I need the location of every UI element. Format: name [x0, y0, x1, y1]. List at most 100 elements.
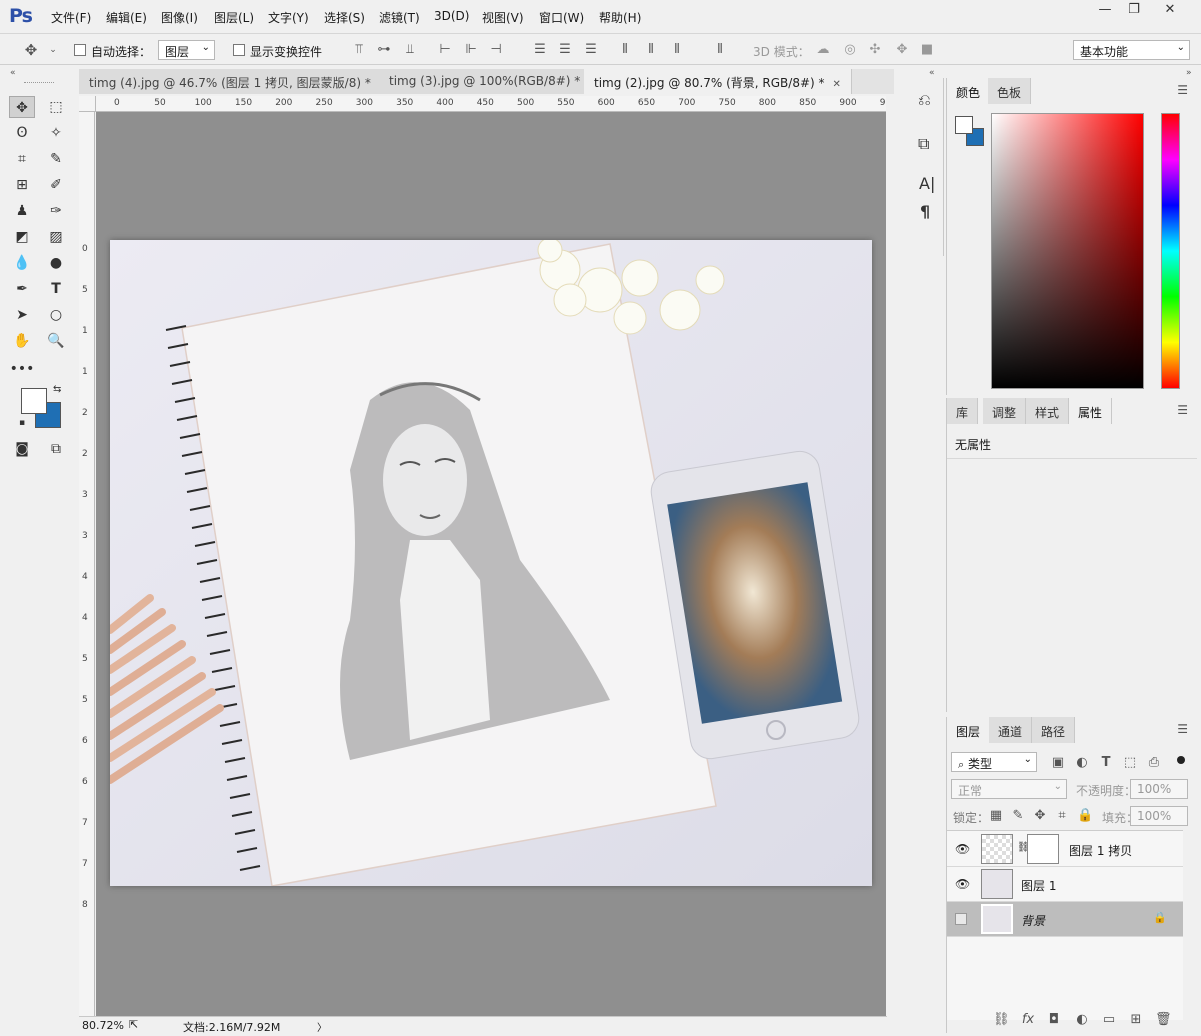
- ellipse-tool-icon[interactable]: ○: [43, 304, 69, 326]
- more-tools-icon[interactable]: •••: [9, 358, 35, 380]
- color-field[interactable]: [991, 113, 1144, 389]
- panel-menu-icon[interactable]: ☰: [1177, 83, 1188, 97]
- hand-tool-icon[interactable]: ✋: [9, 330, 35, 352]
- history-panel-icon[interactable]: ⎌: [918, 90, 931, 110]
- collapse-left-icon[interactable]: «: [10, 68, 16, 78]
- minimize-button[interactable]: —: [1095, 2, 1115, 20]
- distribute-top-icon[interactable]: ☰: [533, 43, 547, 57]
- tab-adjustments[interactable]: 调整: [983, 398, 1027, 424]
- distribute-hcenter-icon[interactable]: ⦀: [644, 43, 658, 57]
- layer-row-background[interactable]: 背景 🔒: [947, 902, 1183, 937]
- collapse-strip-icon[interactable]: «: [929, 68, 935, 78]
- layer-filter-dropdown[interactable]: ⌕ 类型 ⌄: [951, 752, 1037, 772]
- lock-all-icon[interactable]: 🔒: [1077, 809, 1093, 823]
- screen-mode-icon[interactable]: ⧉: [43, 438, 69, 460]
- panel-menu-icon[interactable]: ☰: [1177, 403, 1188, 417]
- path-select-tool-icon[interactable]: ➤: [9, 304, 35, 326]
- swap-colors-icon[interactable]: ⇆: [53, 384, 61, 395]
- align-hcenter-icon[interactable]: ⊩: [464, 43, 478, 57]
- menu-filter[interactable]: 滤镜(T): [379, 9, 420, 26]
- distribute-left-icon[interactable]: ⦀: [618, 43, 632, 57]
- eraser-tool-icon[interactable]: ◩: [9, 226, 35, 248]
- ruler-corner[interactable]: [79, 96, 96, 112]
- magic-wand-tool-icon[interactable]: ✧: [43, 122, 69, 144]
- menu-select[interactable]: 选择(S): [324, 9, 365, 26]
- layer-row-1[interactable]: 👁 图层 1: [947, 867, 1183, 902]
- quick-mask-icon[interactable]: ◙: [9, 438, 35, 460]
- scale-3d-icon[interactable]: ■: [920, 43, 934, 57]
- paragraph-panel-icon[interactable]: ¶: [920, 202, 930, 221]
- default-colors-icon[interactable]: ▪: [19, 418, 25, 428]
- opacity-field[interactable]: 100%: [1130, 779, 1188, 799]
- history-brush-tool-icon[interactable]: ✑: [43, 200, 69, 222]
- menu-image[interactable]: 图像(I): [161, 9, 198, 26]
- collapse-panels-icon[interactable]: »: [1186, 68, 1192, 78]
- filter-smart-object-icon[interactable]: ⎙: [1147, 756, 1161, 770]
- roll-3d-icon[interactable]: ◎: [843, 43, 857, 57]
- close-window-button[interactable]: ✕: [1160, 2, 1180, 20]
- toolbox-grip[interactable]: [24, 82, 54, 85]
- lock-artboard-icon[interactable]: ⌗: [1055, 809, 1069, 823]
- lock-position-icon[interactable]: ✥: [1033, 809, 1047, 823]
- auto-align-icon[interactable]: ⫴: [713, 43, 727, 57]
- visibility-box[interactable]: [955, 913, 967, 925]
- tab-timg-3[interactable]: timg (3).jpg @ 100%(RGB/8#) *✕: [379, 69, 608, 94]
- brush-tool-icon[interactable]: ✐: [43, 174, 69, 196]
- trash-icon[interactable]: 🗑: [1155, 1013, 1172, 1027]
- move-tool-icon[interactable]: ✥: [24, 43, 38, 58]
- tab-styles[interactable]: 样式: [1026, 398, 1070, 424]
- menu-3d[interactable]: 3D(D): [434, 9, 469, 23]
- blur-tool-icon[interactable]: 💧: [9, 252, 35, 274]
- gradient-tool-icon[interactable]: ▨: [43, 226, 69, 248]
- tab-paths[interactable]: 路径: [1032, 717, 1076, 743]
- zoom-level[interactable]: 80.72%: [82, 1019, 124, 1032]
- workspace-dropdown[interactable]: 基本功能 ⌄: [1073, 40, 1190, 60]
- filter-pixel-icon[interactable]: ▣: [1051, 756, 1065, 770]
- group-folder-icon[interactable]: ▭: [1102, 1013, 1116, 1027]
- type-tool-icon[interactable]: T: [43, 278, 69, 300]
- align-left-icon[interactable]: ⊢: [438, 43, 452, 57]
- document-canvas[interactable]: [110, 240, 872, 886]
- layer-mask-thumbnail[interactable]: [1027, 834, 1059, 864]
- restore-button[interactable]: ❐: [1124, 2, 1144, 20]
- menu-layer[interactable]: 图层(L): [214, 9, 254, 26]
- tab-swatches[interactable]: 色板: [988, 78, 1032, 104]
- adjustment-layer-icon[interactable]: ◐: [1075, 1013, 1089, 1027]
- slide-3d-icon[interactable]: ✥: [895, 43, 909, 57]
- align-top-icon[interactable]: ⫪: [352, 43, 366, 57]
- filter-shape-icon[interactable]: ⬚: [1123, 756, 1137, 770]
- fill-field[interactable]: 100%: [1130, 806, 1188, 826]
- distribute-vcenter-icon[interactable]: ☰: [558, 43, 572, 57]
- healing-tool-icon[interactable]: ⊞: [9, 174, 35, 196]
- document-size[interactable]: 文档:2.16M/7.92M: [183, 1019, 280, 1035]
- fg-swatch[interactable]: [955, 116, 973, 134]
- tab-channels[interactable]: 通道: [989, 717, 1033, 743]
- tab-libraries[interactable]: 库: [947, 398, 979, 424]
- blend-mode-dropdown[interactable]: 正常 ⌄: [951, 779, 1067, 799]
- lock-pixels-icon[interactable]: ✎: [1011, 809, 1025, 823]
- eyedropper-tool-icon[interactable]: ✎: [43, 148, 69, 170]
- tab-timg-4[interactable]: timg (4).jpg @ 46.7% (图层 1 拷贝, 图层蒙版/8) *…: [79, 69, 399, 94]
- stamp-tool-icon[interactable]: ♟: [9, 200, 35, 222]
- horizontal-ruler[interactable]: 0 50 100 150 200 250 300 350 400 450 500 550 600 650 7…: [96, 96, 886, 112]
- tab-timg-2[interactable]: timg (2).jpg @ 80.7% (背景, RGB/8#) * ✕: [584, 69, 852, 94]
- tab-layers[interactable]: 图层: [947, 717, 991, 743]
- menu-edit[interactable]: 编辑(E): [106, 9, 147, 26]
- link-layers-icon[interactable]: ⛓: [993, 1013, 1010, 1027]
- crop-tool-icon[interactable]: ⌗: [9, 148, 35, 170]
- foreground-color-swatch[interactable]: [21, 388, 47, 414]
- vertical-ruler[interactable]: 0 5 1 1 2 2 3 3 4 4 5 5 6 6 7 7 8: [79, 112, 95, 1016]
- pen-tool-icon[interactable]: ✒: [9, 278, 35, 300]
- menu-window[interactable]: 窗口(W): [539, 9, 584, 26]
- align-vcenter-icon[interactable]: ⊶: [377, 43, 391, 57]
- panel-menu-icon[interactable]: ☰: [1177, 722, 1188, 736]
- lock-transparent-icon[interactable]: ▦: [989, 809, 1003, 823]
- rotate-3d-icon[interactable]: ☁: [816, 43, 830, 57]
- move-tool-icon[interactable]: ✥: [9, 96, 35, 118]
- menu-type[interactable]: 文字(Y): [268, 9, 309, 26]
- fx-icon[interactable]: fx: [1021, 1013, 1035, 1027]
- marquee-tool-icon[interactable]: ⬚: [43, 96, 69, 118]
- close-icon[interactable]: ✕: [833, 79, 841, 90]
- zoom-tool-icon[interactable]: 🔍: [43, 330, 69, 352]
- distribute-right-icon[interactable]: ⦀: [670, 43, 684, 57]
